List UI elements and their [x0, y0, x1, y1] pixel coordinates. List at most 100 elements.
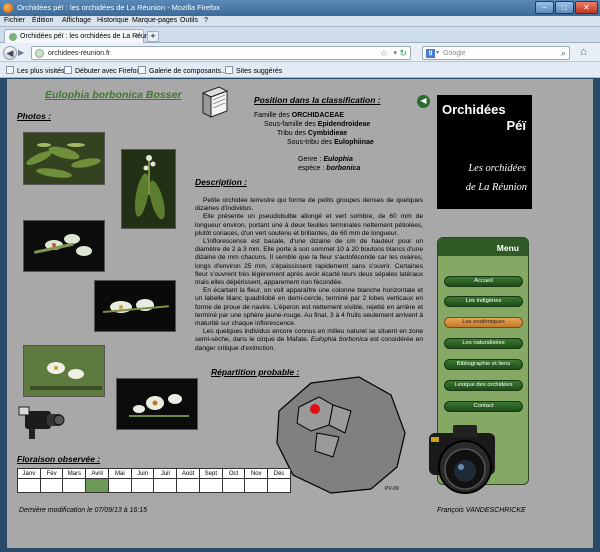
- floraison-heading: Floraison observée :: [17, 454, 101, 464]
- bookmark-getting-started[interactable]: Débuter avec Firefox: [64, 66, 140, 75]
- description-text: Petite orchidée terrestre qui forme de p…: [195, 197, 423, 353]
- book-icon[interactable]: [199, 85, 229, 119]
- reload-icon[interactable]: ↻: [399, 48, 407, 59]
- search-icon[interactable]: ⌕: [561, 48, 566, 59]
- camera-icon[interactable]: [423, 419, 505, 509]
- site-logo[interactable]: Orchidées Péï Les orchidées de La Réunio…: [437, 95, 532, 209]
- firefox-logo-icon: [3, 3, 13, 13]
- author-credit: François VANDESCHRICKE: [437, 507, 526, 514]
- menu-item-accueil[interactable]: Accueil: [444, 276, 523, 287]
- logo-tagline-2: de La Réunion: [465, 182, 527, 193]
- genre-row: Genre : Eulophia: [298, 156, 353, 163]
- menu-item-bibliographie[interactable]: Bibliographie et liens: [444, 359, 523, 370]
- espece-row: espèce : borbonica: [298, 165, 361, 172]
- menu-affichage[interactable]: Affichage: [62, 17, 91, 24]
- site-identity-icon[interactable]: [35, 49, 44, 58]
- logo-tagline-1: Les orchidées: [468, 163, 526, 174]
- window-titlebar: Orchidées péï : les orchidées de La Réun…: [0, 0, 600, 16]
- orchid-photo-5[interactable]: [23, 345, 105, 397]
- menu-outils[interactable]: Outils: [180, 17, 198, 24]
- calendar-flowering-row: [17, 478, 291, 493]
- camcorder-icon[interactable]: [17, 401, 67, 441]
- tab-bar: Orchidées péï : les orchidées de La Réun…: [0, 27, 600, 43]
- search-placeholder[interactable]: Google: [443, 50, 466, 57]
- menu-item-indigenes[interactable]: Les indigènes: [444, 296, 523, 307]
- month-label: Mai: [107, 468, 132, 479]
- description-paragraph: Elle présente un pseudobulbe allongé et …: [195, 213, 423, 237]
- reunion-distribution-map: PV-09: [276, 376, 406, 494]
- orchid-photo-3[interactable]: [23, 220, 105, 272]
- month-label: Déc: [267, 468, 291, 479]
- menu-item-endemiques[interactable]: Les endémiques: [444, 317, 523, 328]
- forward-button[interactable]: ▶: [18, 48, 28, 58]
- logo-line-1: Orchidées: [442, 102, 506, 117]
- sous-tribu-row: Sous-tribu des Eulophiinae: [287, 139, 374, 146]
- minimize-button[interactable]: ‒: [535, 1, 554, 14]
- close-tab-icon[interactable]: ×: [135, 31, 140, 40]
- month-label: Juin: [130, 468, 155, 479]
- description-heading: Description :: [195, 177, 247, 187]
- page-content: Eulophia borbonica Bosser Photos : Posit…: [7, 79, 593, 548]
- menu-marque-pages[interactable]: Marque-pages: [132, 17, 177, 24]
- bookmark-folder-icon: [6, 66, 14, 74]
- close-window-button[interactable]: ✕: [575, 1, 598, 14]
- month-cell: [85, 478, 109, 493]
- tab-orchidees[interactable]: Orchidées péï : les orchidées de La Réun…: [4, 29, 156, 43]
- url-bar[interactable]: orchidees-reunion.fr ☆ ▾ ↻: [31, 46, 411, 60]
- bookmarks-toolbar: Les plus visités Débuter avec Firefox Ga…: [0, 62, 600, 78]
- month-cell: [153, 478, 178, 493]
- menubar: Fichier Édition Affichage Historique Mar…: [0, 16, 600, 27]
- description-paragraph: Les quelques individus encore connus en …: [195, 328, 423, 352]
- url-history-dropdown-icon[interactable]: ▾: [393, 49, 397, 57]
- engine-dropdown-icon[interactable]: ▾: [436, 49, 439, 56]
- bookmark-most-visited[interactable]: Les plus visités: [6, 66, 64, 75]
- bookmark-page-icon: [138, 66, 146, 74]
- menu-help[interactable]: ?: [204, 17, 208, 24]
- bookmark-components-gallery[interactable]: Galerie de composants...: [138, 66, 227, 75]
- orchid-photo-2[interactable]: [121, 149, 176, 229]
- menu-item-contact[interactable]: Contact: [444, 401, 523, 412]
- sous-famille-row: Sous-famille des Epidendroideae: [264, 121, 371, 128]
- logo-line-2: Péï: [506, 118, 526, 133]
- month-cell: [176, 478, 200, 493]
- menu-item-lexique[interactable]: Lexique des orchidées: [444, 380, 523, 391]
- menu-item-naturalisees[interactable]: Les naturalisées: [444, 338, 523, 349]
- month-cell: [130, 478, 155, 493]
- month-cell: [198, 478, 223, 493]
- month-label: Oct: [221, 468, 246, 479]
- bookmark-star-icon[interactable]: ☆: [380, 48, 388, 59]
- flowering-calendar: Janv Fév Mars Avril Mai Juin Juil Août S…: [17, 468, 291, 493]
- orchid-photo-4[interactable]: [94, 280, 176, 332]
- description-paragraph: Petite orchidée terrestre qui forme de p…: [195, 197, 423, 213]
- month-label: Juil: [153, 468, 178, 479]
- month-cell: [17, 478, 41, 493]
- menu-fichier[interactable]: Fichier: [4, 17, 25, 24]
- month-label: Nov: [244, 468, 269, 479]
- menu-historique[interactable]: Historique: [97, 17, 129, 24]
- month-label: Sept: [198, 468, 223, 479]
- menu-title: Menu: [438, 238, 528, 256]
- month-cell: [107, 478, 132, 493]
- google-engine-icon[interactable]: g: [426, 49, 435, 58]
- maximize-button[interactable]: □: [555, 1, 574, 14]
- menu-edition[interactable]: Édition: [32, 17, 53, 24]
- back-button[interactable]: ◀: [3, 46, 17, 60]
- site-favicon-icon: [9, 33, 17, 41]
- classification-heading: Position dans la classification :: [254, 95, 381, 105]
- window-title: Orchidées péï : les orchidées de La Réun…: [17, 3, 221, 12]
- species-title[interactable]: Eulophia borbonica Bosser: [45, 89, 182, 101]
- home-button[interactable]: ⌂: [576, 46, 591, 60]
- orchid-photo-6[interactable]: [116, 378, 198, 430]
- tribu-row: Tribu des Cymbidieae: [277, 130, 348, 137]
- url-text[interactable]: orchidees-reunion.fr: [48, 50, 110, 57]
- search-box[interactable]: g ▾ Google ⌕: [422, 46, 570, 60]
- new-tab-button[interactable]: +: [147, 31, 159, 42]
- back-arrow-button[interactable]: ◀: [417, 95, 430, 108]
- navigation-bar: ◀ ▶ orchidees-reunion.fr ☆ ▾ ↻ g ▾ Googl…: [0, 43, 600, 62]
- month-label: Mars: [62, 468, 87, 479]
- famille-row: Famille des ORCHIDACEAE: [254, 112, 344, 119]
- orchid-photo-1[interactable]: [23, 132, 105, 185]
- bookmark-suggested-sites[interactable]: Sites suggérés: [225, 66, 282, 75]
- calendar-month-row: Janv Fév Mars Avril Mai Juin Juil Août S…: [17, 468, 291, 479]
- description-paragraph: L'inflorescence est basale, d'une dizain…: [195, 238, 423, 287]
